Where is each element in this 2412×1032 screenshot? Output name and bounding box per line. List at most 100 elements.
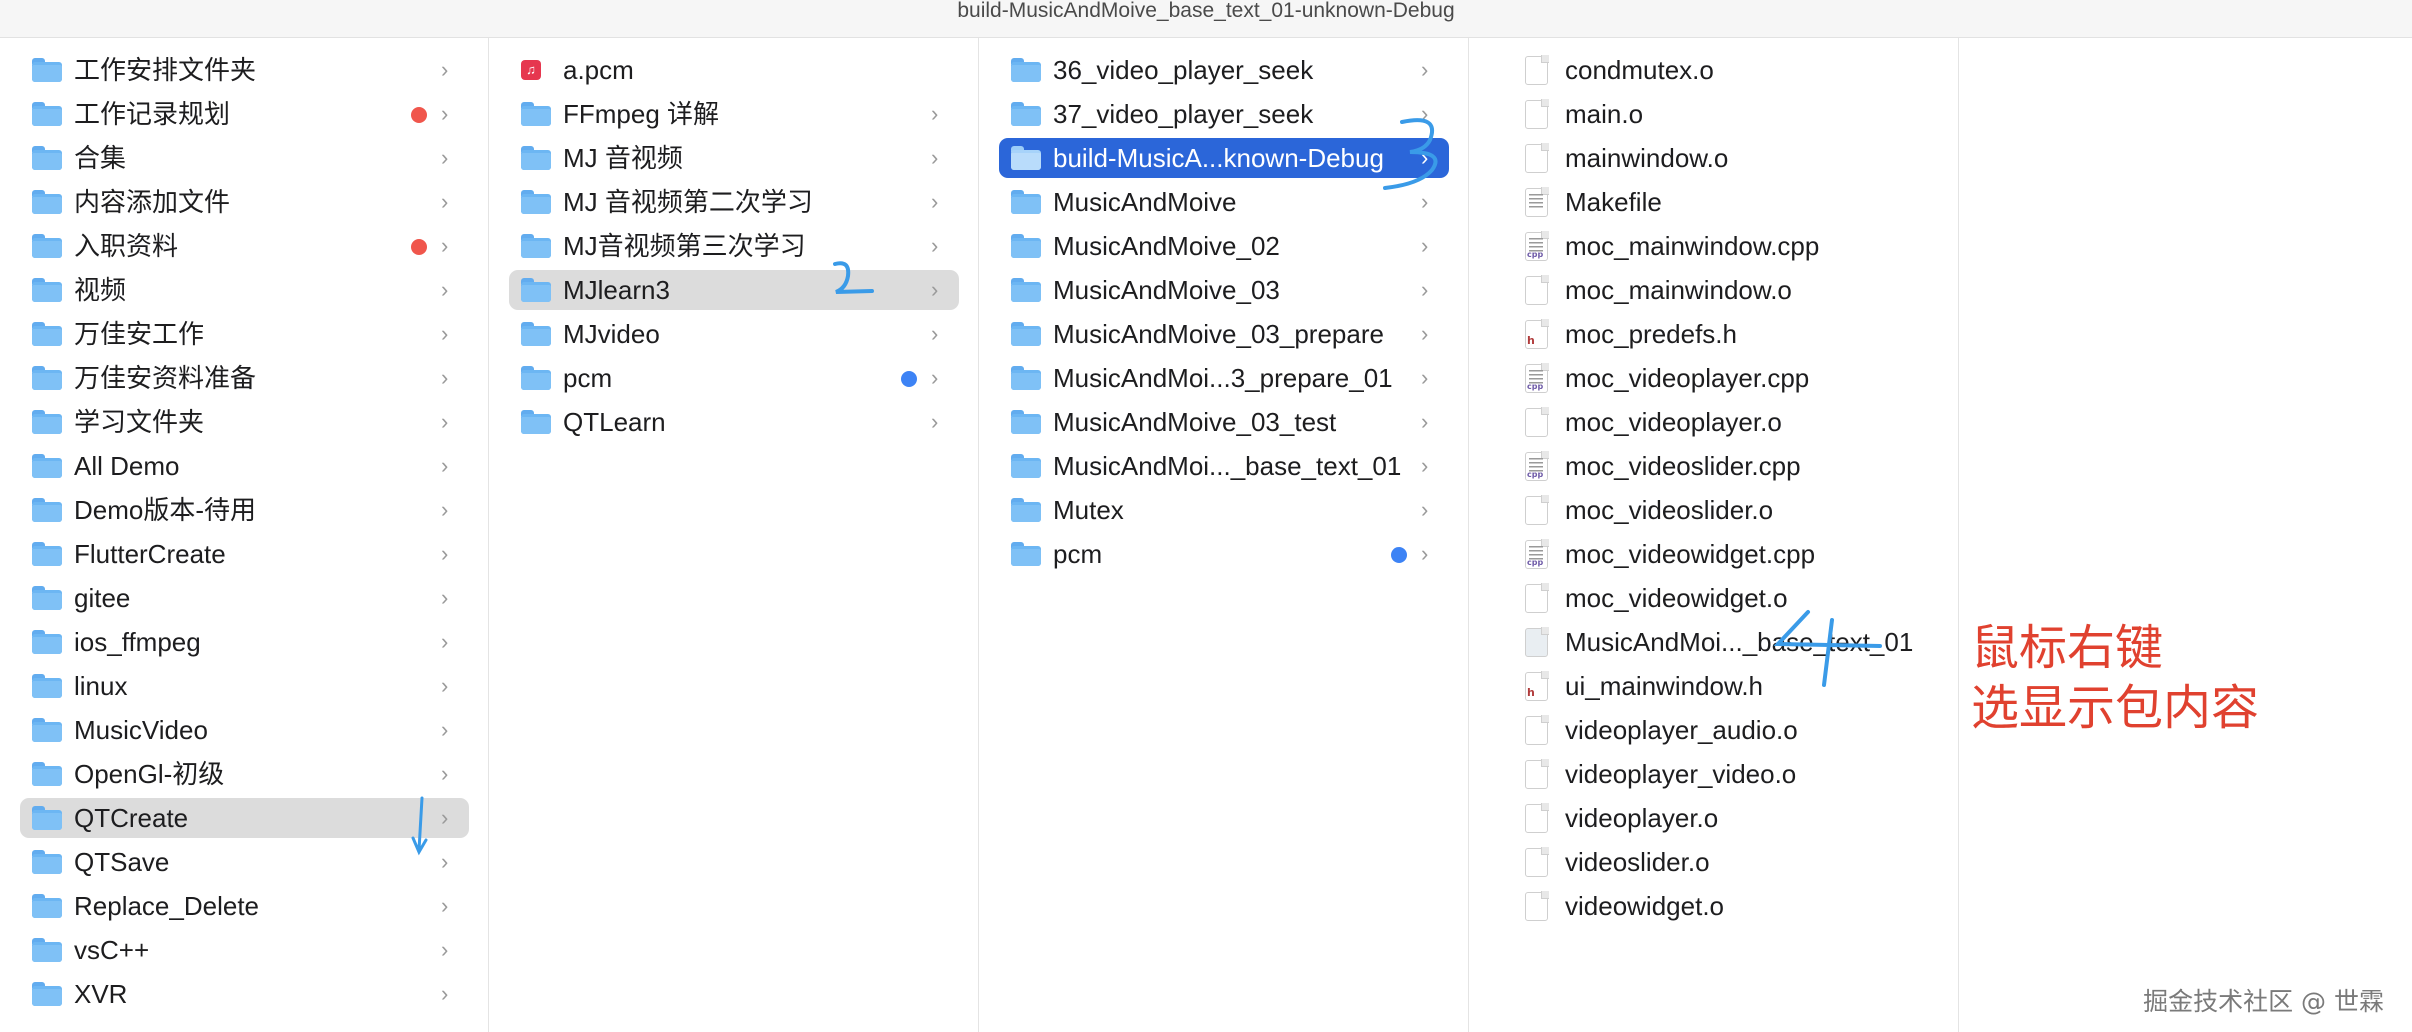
chevron-right-icon: › xyxy=(441,937,449,962)
folder-row-item[interactable]: 合集 › xyxy=(20,138,469,178)
folder-row-musicvideo[interactable]: MusicVideo › xyxy=(20,710,469,750)
folder-row-item[interactable]: 学习文件夹 › xyxy=(20,402,469,442)
column-1[interactable]: 工作安排文件夹 › 工作记录规划 › 合集 › 内容添加文件 › 入职资料 › 视频 › 万佳安工作 › 万… xyxy=(0,38,489,1032)
folder-row-xvr[interactable]: XVR › xyxy=(20,974,469,1014)
file-row-videoslider-o[interactable]: videoslider.o xyxy=(1489,842,1939,882)
blue-tag-icon xyxy=(1391,547,1407,563)
folder-row-fluttercreate[interactable]: FlutterCreate › xyxy=(20,534,469,574)
column-2[interactable]: ♫ a.pcm FFmpeg 详解 › MJ 音视频 › MJ 音视频第二次学习 › MJ音视频… xyxy=(489,38,979,1032)
column-5[interactable] xyxy=(1959,38,2412,1032)
file-row-condmutex-o[interactable]: condmutex.o xyxy=(1489,50,1939,90)
item-label: ios_ffmpeg xyxy=(74,627,201,657)
file-row-moc-mainwindow-cpp[interactable]: cpp moc_mainwindow.cpp xyxy=(1489,226,1939,266)
chevron-right-icon: › xyxy=(441,717,449,742)
red-tag-icon xyxy=(411,107,427,123)
file-row-videowidget-o[interactable]: videowidget.o xyxy=(1489,886,1939,926)
folder-row-mutex[interactable]: Mutex › xyxy=(999,490,1449,530)
file-row-musicandmoi-base-text-01[interactable]: MusicAndMoi..._base_text_01 xyxy=(1489,622,1939,662)
folder-row-item[interactable]: 万佳安资料准备 › xyxy=(20,358,469,398)
folder-row-pcm[interactable]: pcm › xyxy=(999,534,1449,574)
folder-row-linux[interactable]: linux › xyxy=(20,666,469,706)
folder-row-ffmpeg[interactable]: FFmpeg 详解 › xyxy=(509,94,959,134)
folder-row-build-musica-known-debug[interactable]: build-MusicA...known-Debug › xyxy=(999,138,1449,178)
folder-row-item[interactable]: 入职资料 › xyxy=(20,226,469,266)
folder-row-item[interactable]: 工作安排文件夹 › xyxy=(20,50,469,90)
folder-icon xyxy=(1011,58,1041,82)
column-3[interactable]: 36_video_player_seek › 37_video_player_see… xyxy=(979,38,1469,1032)
file-row-mainwindow-o[interactable]: mainwindow.o xyxy=(1489,138,1939,178)
folder-row-mj[interactable]: MJ 音视频 › xyxy=(509,138,959,178)
file-row-moc-videowidget-o[interactable]: moc_videowidget.o xyxy=(1489,578,1939,618)
file-row-moc-videoslider-cpp[interactable]: cpp moc_videoslider.cpp xyxy=(1489,446,1939,486)
cpp-file-icon: cpp xyxy=(1525,363,1549,393)
item-label: MusicAndMoi..._base_text_01 xyxy=(1053,451,1402,481)
folder-row-pcm[interactable]: pcm › xyxy=(509,358,959,398)
file-row-videoplayer-video-o[interactable]: videoplayer_video.o xyxy=(1489,754,1939,794)
blue-tag-icon xyxy=(901,371,917,387)
chevron-right-icon: › xyxy=(441,673,449,698)
chevron-right-icon: › xyxy=(931,145,939,170)
file-row-makefile[interactable]: Makefile xyxy=(1489,182,1939,222)
folder-row-all-demo[interactable]: All Demo › xyxy=(20,446,469,486)
folder-row-qtcreate[interactable]: QTCreate › xyxy=(20,798,469,838)
folder-row-mjlearn3[interactable]: MJlearn3 › xyxy=(509,270,959,310)
folder-row-replace-delete[interactable]: Replace_Delete › xyxy=(20,886,469,926)
folder-row-mj[interactable]: MJ音视频第三次学习 › xyxy=(509,226,959,266)
folder-row-item[interactable]: 万佳安工作 › xyxy=(20,314,469,354)
item-label: moc_videowidget.cpp xyxy=(1565,539,1816,569)
file-row-moc-videowidget-cpp[interactable]: cpp moc_videowidget.cpp xyxy=(1489,534,1939,574)
folder-icon xyxy=(32,806,62,830)
file-row-moc-mainwindow-o[interactable]: moc_mainwindow.o xyxy=(1489,270,1939,310)
folder-row-opengl[interactable]: OpenGl-初级 › xyxy=(20,754,469,794)
item-label: pcm xyxy=(1053,539,1103,569)
folder-row-musicandmoive-03[interactable]: MusicAndMoive_03 › xyxy=(999,270,1449,310)
file-row-ui-mainwindow-h[interactable]: h ui_mainwindow.h xyxy=(1489,666,1939,706)
folder-row-demo[interactable]: Demo版本-待用 › xyxy=(20,490,469,530)
item-label: MusicAndMoive_03_prepare xyxy=(1053,319,1384,349)
file-row-videoplayer-audio-o[interactable]: videoplayer_audio.o xyxy=(1489,710,1939,750)
folder-row-mjvideo[interactable]: MJvideo › xyxy=(509,314,959,354)
file-row-main-o[interactable]: main.o xyxy=(1489,94,1939,134)
folder-row-vsc[interactable]: vsC++ › xyxy=(20,930,469,970)
item-label: XVR xyxy=(74,979,128,1009)
item-label: FFmpeg 详解 xyxy=(563,99,720,129)
folder-row-musicandmoi-3-prepare-01[interactable]: MusicAndMoi...3_prepare_01 › xyxy=(999,358,1449,398)
folder-row-qtsave[interactable]: QTSave › xyxy=(20,842,469,882)
folder-row-36-video-player-seek[interactable]: 36_video_player_seek › xyxy=(999,50,1449,90)
folder-row-mj[interactable]: MJ 音视频第二次学习 › xyxy=(509,182,959,222)
item-label: MJvideo xyxy=(563,319,660,349)
chevron-right-icon: › xyxy=(441,629,449,654)
file-row-a-pcm[interactable]: ♫ a.pcm xyxy=(509,50,959,90)
item-label: moc_videoslider.o xyxy=(1565,495,1774,525)
item-label: 工作记录规划 xyxy=(74,99,231,129)
folder-row-musicandmoive[interactable]: MusicAndMoive › xyxy=(999,182,1449,222)
folder-row-ios-ffmpeg[interactable]: ios_ffmpeg › xyxy=(20,622,469,662)
file-row-moc-videoplayer-cpp[interactable]: cpp moc_videoplayer.cpp xyxy=(1489,358,1939,398)
folder-row-37-video-player-seek[interactable]: 37_video_player_seek › xyxy=(999,94,1449,134)
item-label: MusicAndMoi...3_prepare_01 xyxy=(1053,363,1393,393)
folder-row-item[interactable]: 工作记录规划 › xyxy=(20,94,469,134)
folder-row-musicandmoi-base-text-01[interactable]: MusicAndMoi..._base_text_01 › xyxy=(999,446,1449,486)
folder-row-musicandmoive-02[interactable]: MusicAndMoive_02 › xyxy=(999,226,1449,266)
folder-row-item[interactable]: 视频 › xyxy=(20,270,469,310)
folder-row-musicandmoive-03-prepare[interactable]: MusicAndMoive_03_prepare › xyxy=(999,314,1449,354)
item-label: QTLearn xyxy=(563,407,666,437)
folder-icon xyxy=(1011,454,1041,478)
folder-icon xyxy=(32,762,62,786)
item-label: MusicAndMoive xyxy=(1053,187,1237,217)
folder-row-qtlearn[interactable]: QTLearn › xyxy=(509,402,959,442)
folder-icon xyxy=(32,674,62,698)
document-icon xyxy=(1525,407,1549,437)
folder-row-item[interactable]: 内容添加文件 › xyxy=(20,182,469,222)
file-row-videoplayer-o[interactable]: videoplayer.o xyxy=(1489,798,1939,838)
item-label: MusicAndMoive_03_test xyxy=(1053,407,1337,437)
chevron-right-icon: › xyxy=(1421,321,1429,346)
file-row-moc-videoslider-o[interactable]: moc_videoslider.o xyxy=(1489,490,1939,530)
file-row-moc-predefs-h[interactable]: h moc_predefs.h xyxy=(1489,314,1939,354)
folder-row-musicandmoive-03-test[interactable]: MusicAndMoive_03_test › xyxy=(999,402,1449,442)
column-4[interactable]: condmutex.o main.o mainwindow.o Makefile cpp… xyxy=(1469,38,1959,1032)
chevron-right-icon: › xyxy=(441,145,449,170)
folder-row-gitee[interactable]: gitee › xyxy=(20,578,469,618)
chevron-right-icon: › xyxy=(931,101,939,126)
file-row-moc-videoplayer-o[interactable]: moc_videoplayer.o xyxy=(1489,402,1939,442)
